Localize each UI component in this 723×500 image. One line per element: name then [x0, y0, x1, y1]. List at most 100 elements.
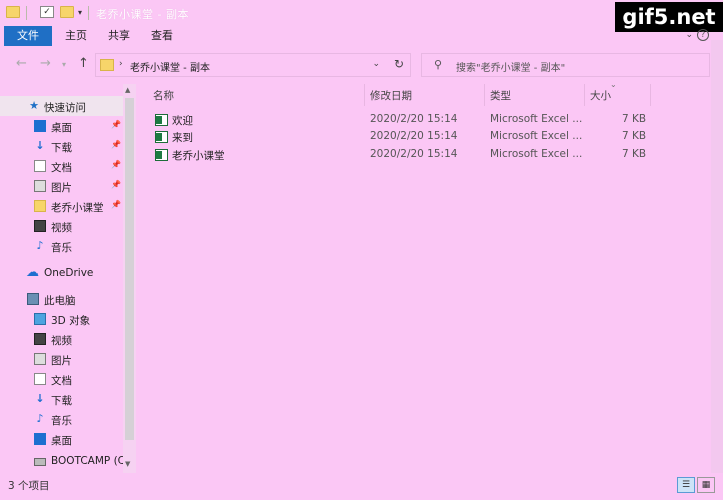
column-header-date[interactable]: 修改日期 [370, 88, 412, 103]
column-divider[interactable] [584, 84, 585, 106]
drive-icon [34, 458, 46, 466]
download-icon: ↓ [35, 392, 45, 405]
forward-arrow-icon[interactable]: → [40, 56, 51, 71]
navigation-pane: ★ 快速访问 桌面 📌 ↓ 下载 📌 文档 📌 图片 📌 老乔小课堂 📌 视频 … [0, 84, 136, 473]
details-view-icon[interactable]: ☰ [677, 477, 695, 493]
scroll-down-icon[interactable]: ▼ [125, 460, 130, 468]
titlebar-divider [88, 6, 89, 20]
sort-caret-icon: ⌄ [610, 80, 617, 89]
sidebar-item-videos[interactable]: 视频 [0, 216, 123, 236]
sidebar-item-quick-access[interactable]: ★ 快速访问 [0, 96, 123, 116]
sidebar-item-downloads[interactable]: ↓ 下载 📌 [0, 136, 123, 156]
sidebar-item-label: 下载 [51, 395, 72, 407]
tab-share[interactable]: 共享 [103, 26, 135, 46]
quick-access-dropdown-icon[interactable]: ▾ [78, 8, 82, 17]
folder-icon [6, 6, 20, 18]
sidebar-scrollbar[interactable]: ▲ ▼ [123, 84, 136, 473]
window-title: 老乔小课堂 - 副本 [96, 8, 189, 21]
address-bar[interactable]: › 老乔小课堂 - 副本 ⌄ ↻ [95, 53, 411, 77]
excel-file-icon [155, 131, 168, 143]
search-input[interactable]: 搜索"老乔小课堂 - 副本" [456, 59, 565, 74]
document-icon [34, 160, 46, 172]
desktop-icon [34, 433, 46, 445]
music-icon: ♪ [36, 412, 44, 425]
sidebar-item-onedrive[interactable]: ☁ OneDrive [0, 263, 123, 283]
video-icon [34, 333, 46, 345]
file-type: Microsoft Excel ... [490, 113, 583, 125]
sidebar-item-label: 视频 [51, 222, 72, 234]
document-icon [34, 373, 46, 385]
sidebar-item-pc-music[interactable]: ♪ 音乐 [0, 409, 123, 429]
sidebar-item-pc-pictures[interactable]: 图片 [0, 349, 123, 369]
new-folder-icon[interactable] [60, 6, 74, 18]
computer-icon [27, 293, 39, 305]
scrollbar-thumb[interactable] [125, 98, 134, 440]
table-row[interactable]: 来到 2020/2/20 15:14 Microsoft Excel ... 7… [150, 129, 650, 146]
tab-file[interactable]: 文件 [4, 26, 52, 46]
column-header-name[interactable]: 名称 [153, 88, 174, 103]
large-icons-view-icon[interactable]: ▦ [697, 477, 715, 493]
picture-icon [34, 180, 46, 192]
sidebar-item-label: 音乐 [51, 415, 72, 427]
tab-home[interactable]: 主页 [60, 26, 92, 46]
recent-locations-icon[interactable]: ▾ [62, 60, 66, 69]
pin-icon[interactable]: 📌 [111, 160, 121, 169]
column-divider[interactable] [484, 84, 485, 106]
refresh-icon[interactable]: ↻ [394, 57, 404, 71]
address-path[interactable]: 老乔小课堂 - 副本 [130, 59, 210, 74]
sidebar-item-pc-videos[interactable]: 视频 [0, 329, 123, 349]
folder-icon [100, 59, 114, 71]
properties-check-icon[interactable]: ✓ [40, 6, 54, 18]
pin-icon[interactable]: 📌 [111, 200, 121, 209]
sidebar-item-this-pc[interactable]: 此电脑 [0, 289, 123, 309]
search-icon: ⚲ [434, 58, 443, 71]
expand-ribbon-icon[interactable]: ⌄ [685, 30, 693, 40]
sidebar-item-music[interactable]: ♪ 音乐 [0, 236, 123, 256]
sidebar-item-pc-desktop[interactable]: 桌面 [0, 429, 123, 449]
tab-view[interactable]: 查看 [146, 26, 178, 46]
pin-icon[interactable]: 📌 [111, 120, 121, 129]
sidebar-item-pc-documents[interactable]: 文档 [0, 369, 123, 389]
video-icon [34, 220, 46, 232]
file-size: 7 KB [622, 148, 647, 160]
scroll-up-icon[interactable]: ▲ [125, 86, 130, 94]
sidebar-item-label: 桌面 [51, 122, 72, 134]
up-arrow-icon[interactable]: ↑ [78, 56, 89, 71]
file-name[interactable]: 来到 [172, 130, 193, 145]
back-arrow-icon[interactable]: ← [16, 56, 27, 71]
file-name[interactable]: 欢迎 [172, 113, 193, 128]
cube-icon [34, 313, 46, 325]
column-header-size[interactable]: 大小 [590, 88, 611, 103]
sidebar-item-pictures[interactable]: 图片 📌 [0, 176, 123, 196]
sidebar-item-bootcamp-drive[interactable]: BOOTCAMP (C [0, 451, 125, 471]
file-name[interactable]: 老乔小课堂 [172, 148, 225, 163]
column-divider[interactable] [650, 84, 651, 106]
titlebar-divider [26, 6, 27, 20]
sidebar-item-laoqiao-folder[interactable]: 老乔小课堂 📌 [0, 196, 123, 216]
sidebar-item-label: 3D 对象 [51, 315, 91, 327]
column-divider[interactable] [364, 84, 365, 106]
title-bar: ✓ ▾ 老乔小课堂 - 副本 gif5.net [0, 0, 723, 32]
table-row[interactable]: 老乔小课堂 2020/2/20 15:14 Microsoft Excel ..… [150, 147, 650, 164]
help-icon[interactable]: ? [697, 29, 709, 41]
music-icon: ♪ [36, 239, 44, 252]
sidebar-item-label: 文档 [51, 375, 72, 387]
sidebar-item-desktop[interactable]: 桌面 📌 [0, 116, 123, 136]
search-box[interactable]: ⚲ 搜索"老乔小课堂 - 副本" [421, 53, 710, 77]
sidebar-item-label: 视频 [51, 335, 72, 347]
pin-icon[interactable]: 📌 [111, 180, 121, 189]
sidebar-item-3d-objects[interactable]: 3D 对象 [0, 309, 123, 329]
sidebar-item-documents[interactable]: 文档 📌 [0, 156, 123, 176]
download-icon: ↓ [35, 139, 45, 152]
chevron-down-icon[interactable]: ⌄ [372, 59, 380, 69]
item-count: 3 个项目 [8, 480, 50, 492]
chevron-right-icon[interactable]: › [119, 59, 123, 69]
navigation-bar: ← → ▾ ↑ › 老乔小课堂 - 副本 ⌄ ↻ ⚲ 搜索"老乔小课堂 - 副本… [0, 50, 723, 80]
file-date: 2020/2/20 15:14 [370, 113, 458, 125]
cloud-icon: ☁ [26, 265, 39, 280]
column-header-type[interactable]: 类型 [490, 88, 511, 103]
sidebar-item-label: 音乐 [51, 242, 72, 254]
table-row[interactable]: 欢迎 2020/2/20 15:14 Microsoft Excel ... 7… [150, 112, 650, 129]
sidebar-item-pc-downloads[interactable]: ↓ 下载 [0, 389, 123, 409]
pin-icon[interactable]: 📌 [111, 140, 121, 149]
